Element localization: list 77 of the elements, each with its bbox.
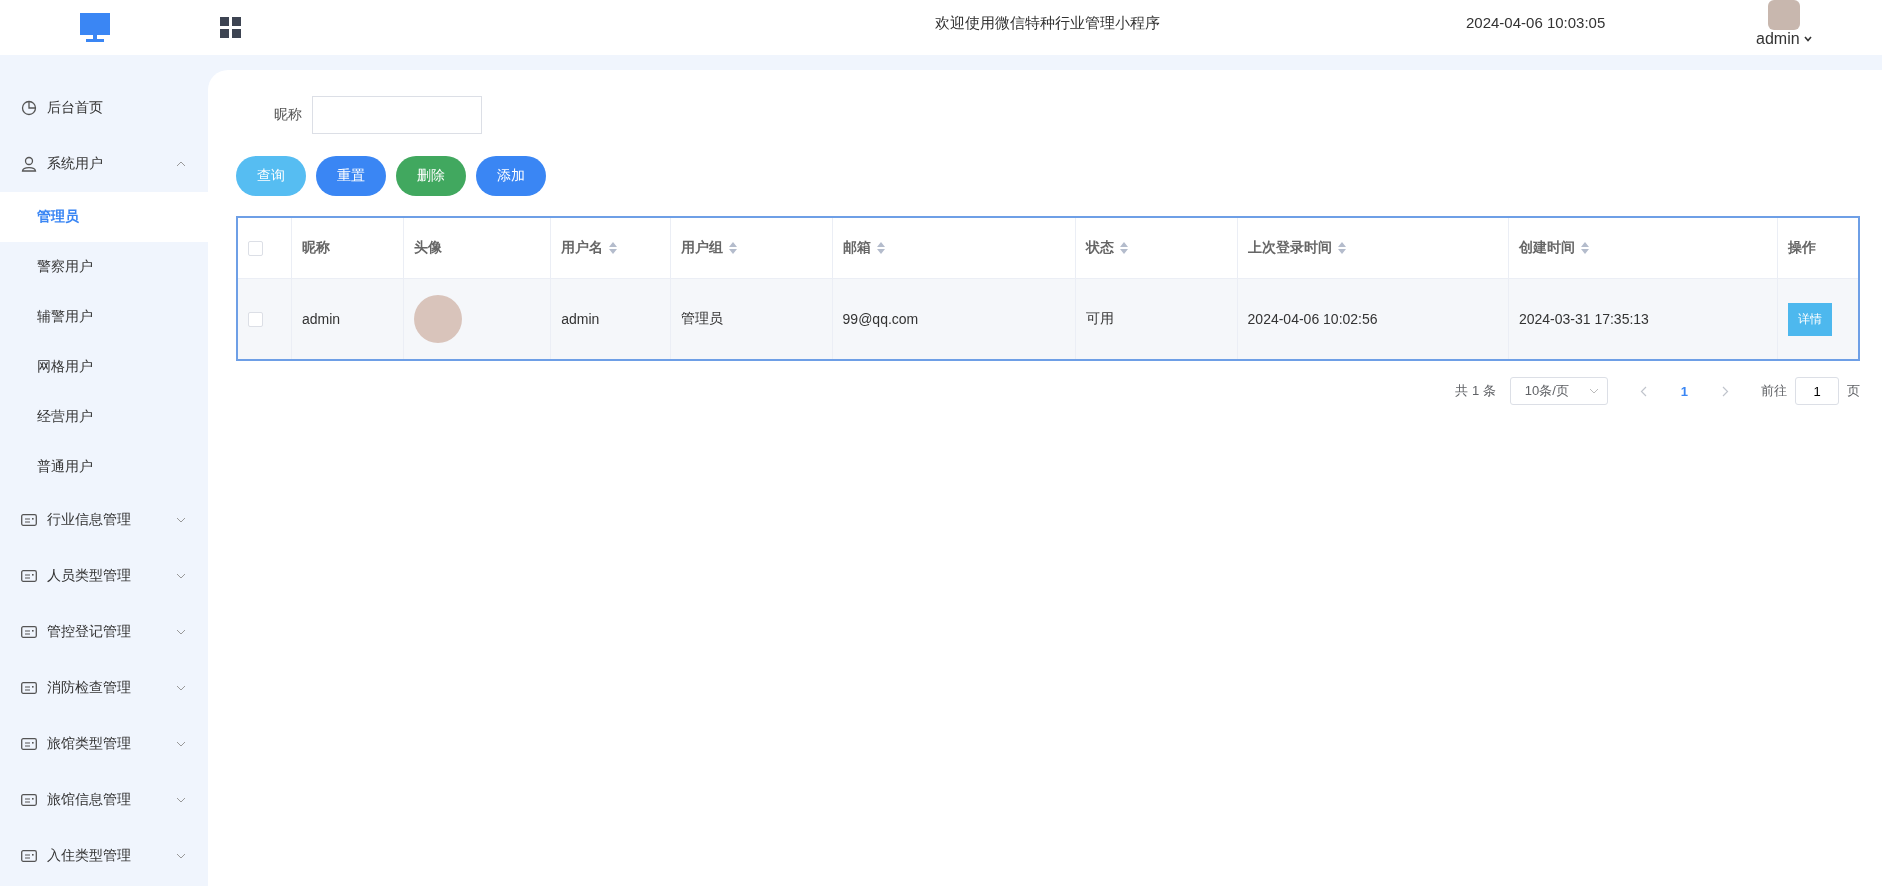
submenu-item[interactable]: 警察用户 xyxy=(0,242,208,292)
pie-chart-icon xyxy=(21,100,37,116)
action-button[interactable]: 添加 xyxy=(476,156,546,196)
table-cell: admin xyxy=(301,311,341,327)
card-icon xyxy=(21,514,37,526)
chevron-icon xyxy=(176,853,186,859)
submenu-item[interactable]: 普通用户 xyxy=(0,442,208,492)
app-title: 欢迎使用微信特种行业管理小程序 xyxy=(935,14,1160,33)
next-page-icon[interactable] xyxy=(1722,385,1729,397)
grid-menu-icon[interactable] xyxy=(220,16,242,39)
sort-icon[interactable] xyxy=(1337,242,1346,254)
table-cell: 可用 xyxy=(1085,310,1114,328)
table-cell: 2024-03-31 17:35:13 xyxy=(1518,311,1649,327)
chevron-icon xyxy=(176,161,186,167)
sort-icon[interactable] xyxy=(1580,242,1589,254)
column-header: 邮箱 xyxy=(842,239,871,257)
monitor-icon xyxy=(80,12,110,43)
current-datetime: 2024-04-06 10:03:05 xyxy=(1466,14,1606,31)
table-cell: 2024-04-06 10:02:56 xyxy=(1247,311,1378,327)
submenu-item[interactable]: 经营用户 xyxy=(0,392,208,442)
page-suffix: 页 xyxy=(1847,382,1860,400)
menu-group[interactable]: 旅馆类型管理 xyxy=(0,716,208,772)
user-icon xyxy=(21,156,37,172)
submenu-item[interactable]: 辅警用户 xyxy=(0,292,208,342)
avatar[interactable] xyxy=(1767,0,1800,30)
sort-icon[interactable] xyxy=(876,242,885,254)
menu-group[interactable]: 行业信息管理 xyxy=(0,492,208,548)
chevron-icon xyxy=(1588,388,1599,394)
card-icon xyxy=(21,626,37,638)
checkbox[interactable] xyxy=(248,240,263,256)
sort-icon[interactable] xyxy=(1119,242,1128,254)
sort-icon[interactable] xyxy=(729,242,737,254)
card-icon xyxy=(21,794,37,806)
page-number[interactable]: 1 xyxy=(1660,383,1708,399)
previous-page-icon[interactable] xyxy=(1639,385,1647,397)
table-cell: 99@qq.com xyxy=(842,311,919,327)
menu-group[interactable]: 人员类型管理 xyxy=(0,548,208,604)
column-header: 上次登录时间 xyxy=(1247,239,1332,257)
total-count: 共 1 条 xyxy=(1455,382,1496,400)
goto-label: 前往 xyxy=(1761,382,1787,400)
chevron-icon xyxy=(176,797,186,803)
chevron-icon xyxy=(176,573,186,579)
column-header: 用户组 xyxy=(681,239,723,257)
column-header: 头像 xyxy=(413,239,442,257)
card-icon xyxy=(21,682,37,694)
chevron-icon xyxy=(176,685,186,691)
column-header: 昵称 xyxy=(301,239,330,257)
table-cell: admin xyxy=(561,311,600,327)
checkbox[interactable] xyxy=(248,311,263,327)
chevron-icon xyxy=(176,741,186,747)
menu-group[interactable]: 入住类型管理 xyxy=(0,828,208,884)
menu-group[interactable]: 管控登记管理 xyxy=(0,604,208,660)
card-icon xyxy=(21,738,37,750)
sort-icon[interactable] xyxy=(609,242,618,254)
field-label: 昵称 xyxy=(274,106,302,124)
table-cell: 管理员 xyxy=(681,310,723,328)
caret-icon[interactable] xyxy=(1803,36,1812,42)
column-header: 创建时间 xyxy=(1518,239,1575,257)
action-button[interactable]: 重置 xyxy=(316,156,386,196)
chevron-icon xyxy=(176,629,186,635)
chevron-icon xyxy=(176,517,186,523)
page-input[interactable]: 1 xyxy=(1795,377,1839,405)
menu-group[interactable]: 消防检查管理 xyxy=(0,660,208,716)
card-icon xyxy=(21,850,37,862)
submenu-item[interactable]: 管理员 xyxy=(0,192,208,242)
nickname-input[interactable] xyxy=(312,96,482,134)
menu-group[interactable]: 系统用户 xyxy=(0,136,208,192)
column-header: 操作 xyxy=(1788,239,1817,257)
user-name[interactable]: admin xyxy=(1756,30,1800,48)
column-header: 状态 xyxy=(1085,239,1114,257)
page-size-select[interactable]: 10条/页 xyxy=(1509,377,1608,405)
menu-item[interactable]: 后台首页 xyxy=(0,80,208,136)
column-header: 用户名 xyxy=(561,239,604,257)
avatar xyxy=(413,295,462,343)
submenu-item[interactable]: 网格用户 xyxy=(0,342,208,392)
card-icon xyxy=(21,570,37,582)
menu-group[interactable]: 旅馆信息管理 xyxy=(0,772,208,828)
